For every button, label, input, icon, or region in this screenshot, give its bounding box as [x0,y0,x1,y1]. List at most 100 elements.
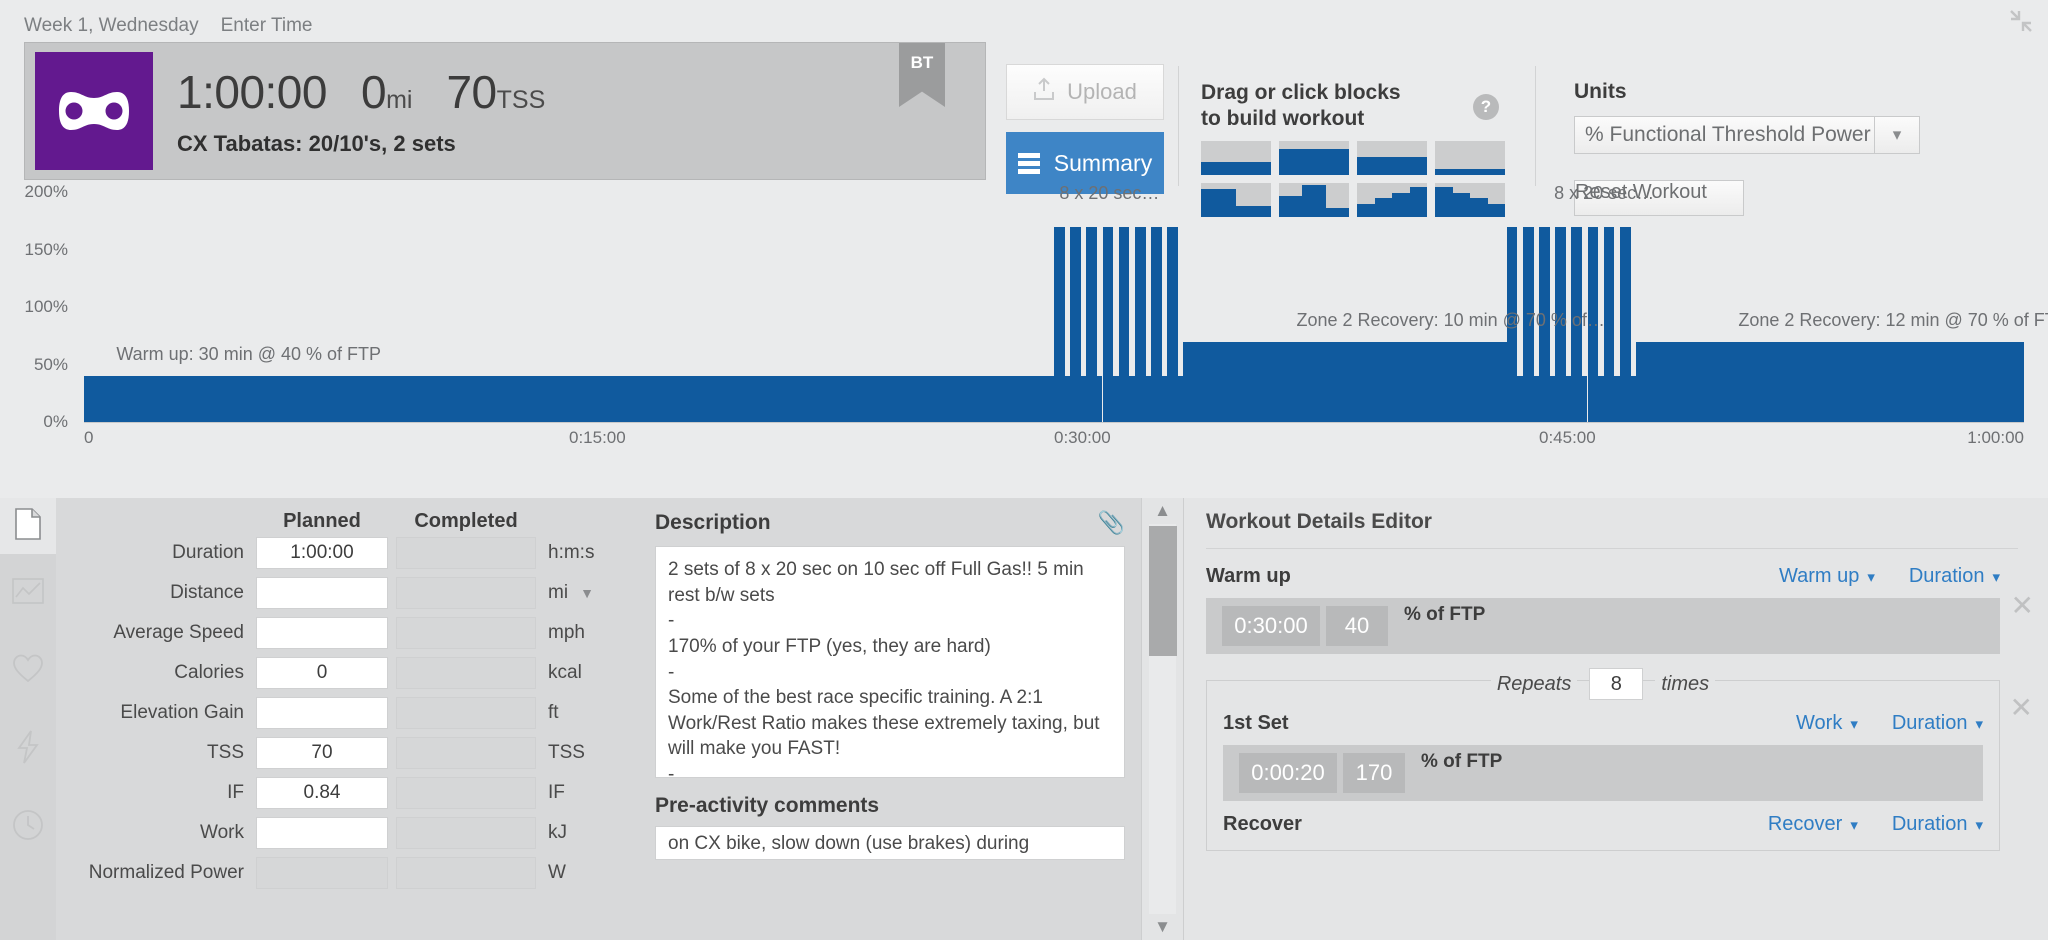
palette-block-steady-high[interactable] [1279,141,1349,176]
metric-completed-input [396,737,536,769]
rail-item-heart[interactable] [0,632,56,710]
metric-row-label: TSS [207,742,244,763]
y-tick-label: 150% [24,239,68,259]
units-select[interactable]: % Functional Threshold Power ▾ [1574,116,1920,154]
y-tick-label: 50% [33,354,68,374]
scroll-up-icon[interactable]: ▲ [1142,498,1183,524]
palette-block-steady-verylow[interactable] [1435,141,1505,176]
repeats-input[interactable]: 8 [1589,668,1644,700]
help-icon[interactable]: ? [1473,94,1499,120]
collapse-icon[interactable] [2008,8,2034,34]
rail-item-power[interactable] [0,710,56,788]
upload-button[interactable]: Upload [1006,64,1164,120]
first-set-value-input[interactable]: 170 [1343,753,1405,793]
unit-chevron-down-icon[interactable]: ▼ [580,585,594,601]
warmup-duration-input[interactable]: 0:30:00 [1222,606,1320,646]
description-panel: Description 📎 2 sets of 8 x 20 sec on 10… [641,498,1141,940]
first-set-row: 0:00:20 170 % of FTP [1223,745,1983,801]
first-set-mode-dropdown[interactable]: Duration ▾ [1892,712,1983,735]
editor-first-set-block: 1st Set Work ▾ Duration ▾ 0:00:20 170 % … [1223,712,1983,801]
heart-icon [12,654,44,688]
warmup-mode-dropdown[interactable]: Duration ▾ [1909,565,2000,588]
recover-type-dropdown[interactable]: Recover ▾ [1768,813,1858,836]
metric-unit: ft [548,702,559,724]
chart-segment[interactable] [1636,341,2024,422]
metric-row-label: Calories [174,662,244,683]
metric-planned-input[interactable] [256,697,388,729]
chart-segment[interactable] [84,376,1054,422]
editor-divider [1206,548,2018,549]
scroll-down-icon[interactable]: ▼ [1142,914,1183,940]
metric-distance-unit: mi [386,86,413,114]
metric-planned-input[interactable]: 70 [256,737,388,769]
chart-segment[interactable] [1134,226,1146,422]
metrics-form: Planned Completed Duration 1:00:00 h:m:s Di… [56,498,641,940]
metric-completed-input [396,857,536,889]
metric-unit: TSS [548,742,585,764]
metric-row: Distance mi ▼ [56,573,641,613]
chart-segment[interactable] [1619,226,1631,422]
chart-segment[interactable] [1102,226,1114,422]
rail-item-chart[interactable] [0,554,56,632]
chart-segment[interactable] [1183,341,1507,422]
description-line-6: - [668,764,675,778]
metric-row: Average Speed mph [56,613,641,653]
chart-segment[interactable] [1603,226,1615,422]
panel-scrollbar[interactable]: ▲ ▼ [1141,498,1183,940]
chart-plot-area[interactable]: Warm up: 30 min @ 40 % of FTP 8 x 20 sec…… [84,183,2048,422]
metric-row-label: Distance [170,582,244,603]
metric-unit-label: ft [548,702,559,723]
chart-segment[interactable] [1086,226,1098,422]
metric-planned-input[interactable]: 0.84 [256,777,388,809]
metric-distance-value: 0 [360,66,387,118]
column-planned: Planned [283,510,361,532]
scrollbar-thumb[interactable] [1149,526,1177,656]
description-textarea[interactable]: 2 sets of 8 x 20 sec on 10 sec off Full … [655,546,1125,778]
status-badge[interactable]: BT [899,43,945,107]
column-completed: Completed [414,510,518,532]
breadcrumb-enter-time[interactable]: Enter Time [221,15,313,37]
metric-unit-label: mph [548,622,585,643]
warmup-dropdowns: Warm up ▾ Duration ▾ [1779,565,2000,588]
chart-segment[interactable] [1054,226,1065,422]
metric-planned-input[interactable]: 0 [256,657,388,689]
chevron-down-icon[interactable]: ▾ [1874,116,1920,154]
workout-summary-card[interactable]: 1:00:00 0 mi 70 TSS CX Tabatas: 20/10's,… [24,42,986,180]
first-set-title: 1st Set [1223,712,1289,734]
chevron-down-icon: ▾ [1975,715,1983,733]
breadcrumb-week[interactable]: Week 1, Wednesday [24,15,199,37]
rail-item-time[interactable] [0,788,56,866]
remove-repeat-group-icon[interactable]: ✕ [2010,691,2033,724]
rail-item-document[interactable] [0,498,56,554]
metric-tss: 70 TSS [446,65,545,119]
chart-segment[interactable] [1151,226,1162,422]
warmup-mode-label: Duration [1908,565,1985,587]
repeats-label: Repeats [1490,672,1578,696]
metric-planned-input[interactable]: 1:00:00 [256,537,388,569]
palette-block-steady-mid[interactable] [1357,141,1427,176]
chart-axis-line [84,422,2024,423]
chart-segment[interactable] [1167,226,1178,422]
pre-activity-heading: Pre-activity comments [655,794,880,817]
chart-segment[interactable] [1070,226,1081,422]
recover-mode-dropdown[interactable]: Duration ▾ [1892,813,1983,836]
first-set-duration-input[interactable]: 0:00:20 [1239,753,1337,793]
warmup-type-dropdown[interactable]: Warm up ▾ [1779,565,1875,588]
attachment-icon[interactable]: 📎 [1098,510,1125,536]
metric-planned-input[interactable] [256,617,388,649]
units-select-value[interactable]: % Functional Threshold Power [1574,116,1874,154]
first-set-type-dropdown[interactable]: Work ▾ [1796,712,1858,735]
metric-planned-input[interactable] [256,817,388,849]
chart-segment[interactable] [1118,226,1130,422]
metric-planned-input[interactable] [256,577,388,609]
remove-warmup-icon[interactable]: ✕ [2011,589,2034,622]
metric-unit: h:m:s [548,542,594,564]
warmup-value-input[interactable]: 40 [1326,606,1388,646]
pre-activity-textarea[interactable]: on CX bike, slow down (use brakes) durin… [655,826,1125,860]
workout-builder-page: Week 1, Wednesday Enter Time 1:00:00 0 m… [0,0,2048,940]
palette-block-bar [1279,148,1349,176]
palette-block-steady-low[interactable] [1201,141,1271,176]
breadcrumb: Week 1, Wednesday Enter Time [0,0,2048,42]
y-tick-label: 200% [24,182,68,201]
chevron-down-icon: ▾ [1850,816,1858,834]
